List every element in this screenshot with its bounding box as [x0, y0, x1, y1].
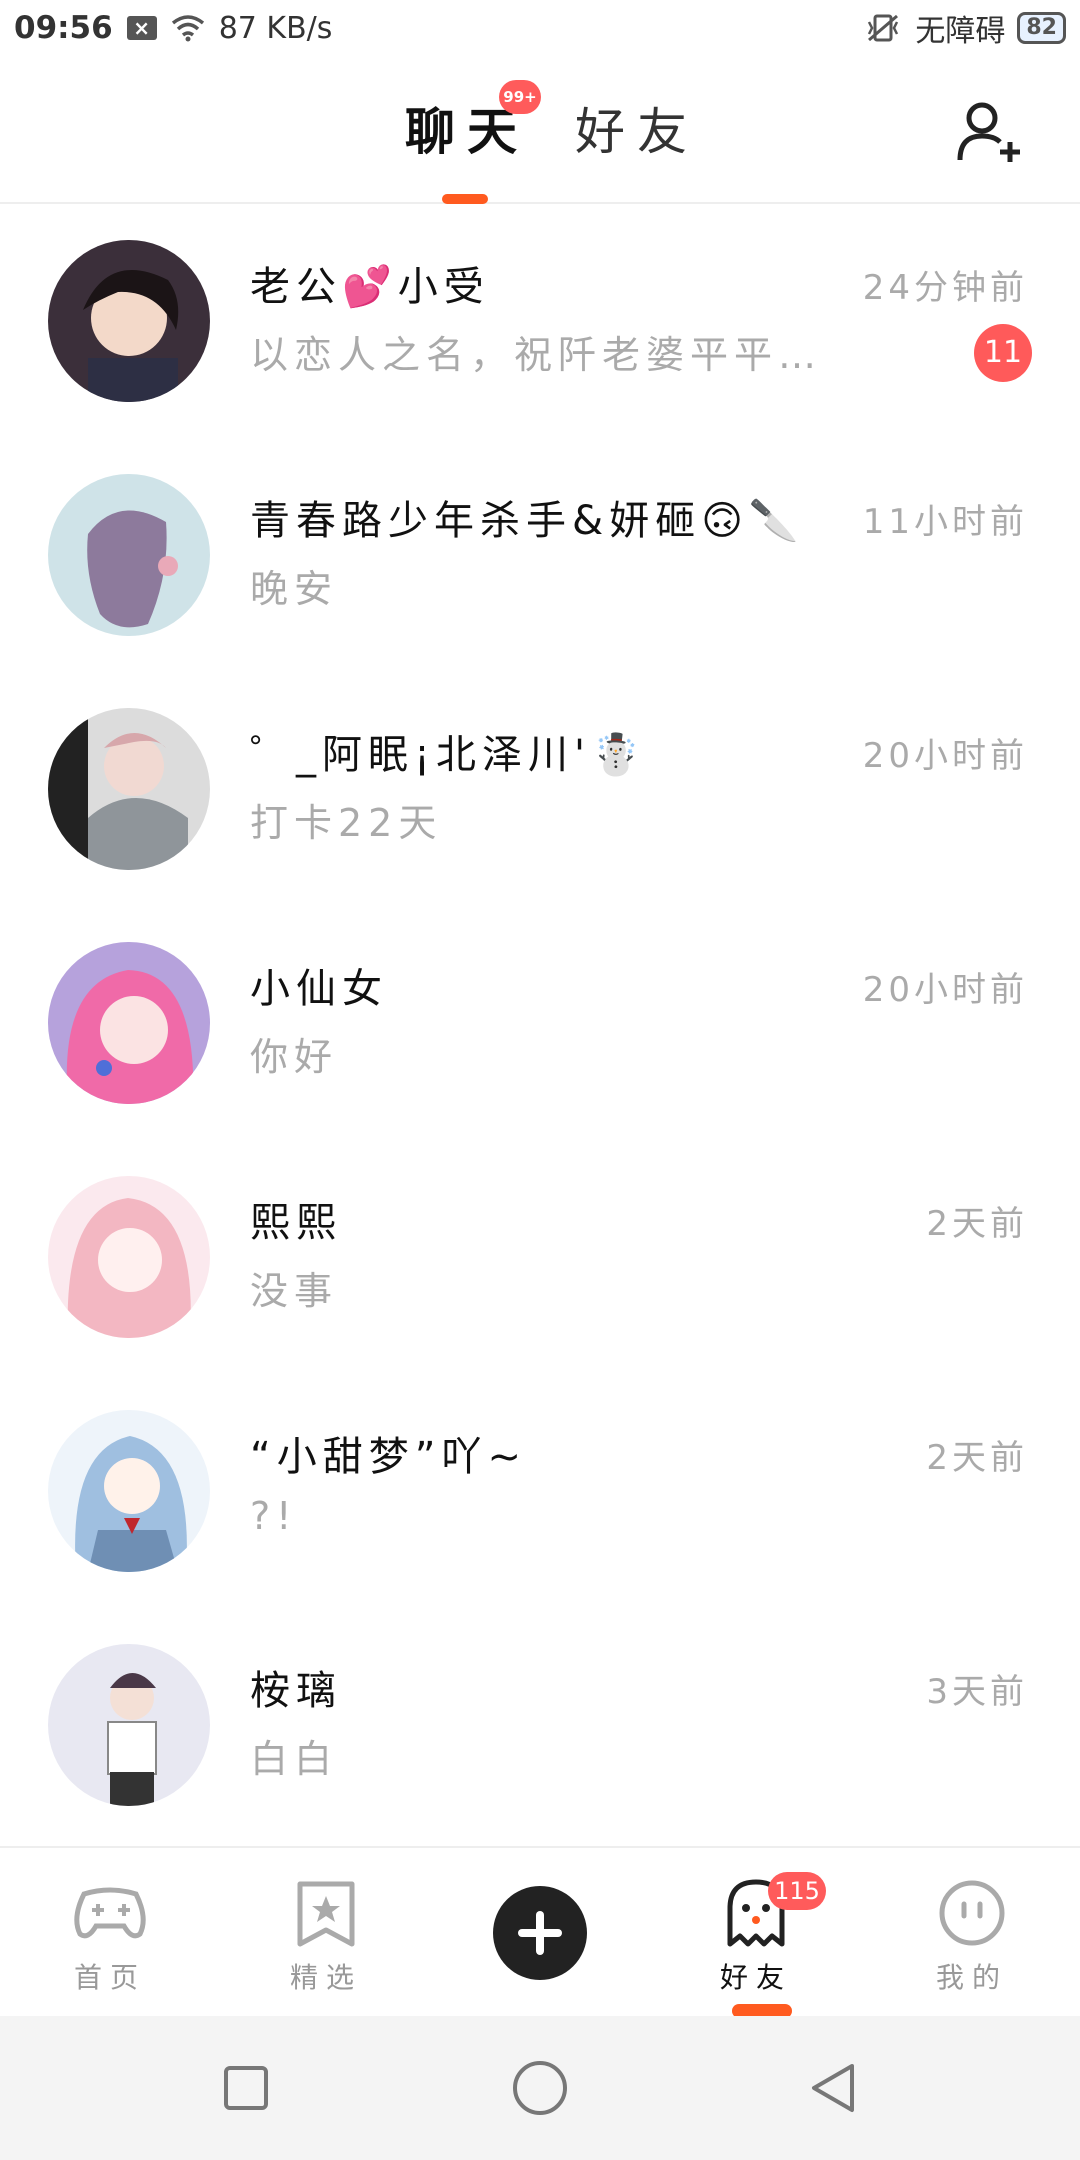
nav-mine-label: 我的 — [935, 1961, 1008, 1994]
top-header: 聊天 99+ 好友 — [0, 56, 1080, 204]
chat-list: 老公💕小受 以恋人之名，祝阡老婆平平… 24分钟前 11 青春路少年杀手&妍砸🙃… — [0, 206, 1080, 1844]
chat-last-message: ?! — [250, 1494, 298, 1538]
status-time: 09:56 — [14, 10, 113, 46]
nav-mine[interactable]: 我的 — [892, 1878, 1052, 1996]
chat-row[interactable]: 青春路少年杀手&妍砸🙃🔪 晚安 11小时前 — [0, 440, 1080, 674]
home-icon[interactable] — [510, 2058, 570, 2118]
avatar[interactable] — [48, 1410, 210, 1572]
chat-row[interactable]: 小仙女 你好 20小时前 — [0, 908, 1080, 1142]
smiley-icon — [939, 1880, 1005, 1946]
nav-friends-label: 好友 — [719, 1961, 792, 1994]
chat-time: 11小时前 — [862, 502, 1028, 542]
gamepad-icon — [74, 1887, 146, 1939]
nav-friends[interactable]: 好友 115 — [676, 1872, 836, 2018]
chat-row[interactable]: 熙熙 没事 2天前 — [0, 1142, 1080, 1376]
chat-time: 24分钟前 — [862, 268, 1028, 308]
battery-indicator: 82 — [1017, 12, 1066, 44]
chat-time: 3天前 — [926, 1672, 1028, 1712]
active-tab-indicator — [442, 194, 488, 204]
tab-friends[interactable]: 好友 — [575, 92, 699, 164]
nav-featured[interactable]: 精选 — [246, 1878, 406, 1996]
chat-name: ゜_阿眠¡北泽川'☃️ — [250, 732, 647, 778]
create-button[interactable] — [493, 1886, 587, 1980]
chat-time: 2天前 — [926, 1438, 1028, 1478]
avatar[interactable] — [48, 1644, 210, 1806]
bookmark-star-icon — [297, 1881, 355, 1947]
chat-last-message: 以恋人之名，祝阡老婆平平… — [250, 333, 823, 377]
avatar[interactable] — [48, 474, 210, 636]
chat-last-message: 白白 — [250, 1737, 339, 1781]
chat-last-message: 打卡22天 — [250, 801, 443, 845]
chat-time: 20小时前 — [862, 736, 1028, 776]
avatar[interactable] — [48, 942, 210, 1104]
chat-name: “小甜梦”吖~ — [250, 1434, 527, 1480]
chat-last-message: 你好 — [250, 1035, 339, 1079]
nav-home[interactable]: 首页 — [30, 1878, 190, 1996]
wifi-icon — [171, 15, 204, 42]
accessibility-label: 无障碍 — [915, 14, 1006, 49]
tab-chat[interactable]: 聊天 99+ — [405, 80, 541, 164]
chat-name: 熙熙 — [250, 1200, 342, 1246]
avatar[interactable] — [48, 708, 210, 870]
network-speed: 87 KB/s — [218, 10, 333, 46]
system-nav-bar — [0, 2016, 1080, 2160]
avatar[interactable] — [48, 240, 210, 402]
chat-last-message: 晚安 — [250, 567, 339, 611]
chat-name: 桉璃 — [250, 1668, 342, 1714]
chat-row[interactable]: 老公💕小受 以恋人之名，祝阡老婆平平… 24分钟前 11 — [0, 206, 1080, 440]
chat-row[interactable]: 桉璃 白白 3天前 — [0, 1610, 1080, 1844]
chat-tab-badge: 99+ — [499, 80, 541, 114]
chat-name: 老公💕小受 — [250, 264, 490, 310]
chat-row[interactable]: ゜_阿眠¡北泽川'☃️ 打卡22天 20小时前 — [0, 674, 1080, 908]
nav-featured-label: 精选 — [289, 1961, 362, 1994]
plus-icon — [518, 1911, 562, 1955]
tab-friends-label: 好友 — [575, 103, 699, 161]
nav-home-label: 首页 — [73, 1961, 146, 1994]
recents-icon[interactable] — [216, 2058, 276, 2118]
add-friend-icon[interactable] — [956, 98, 1024, 166]
chat-name: 青春路少年杀手&妍砸🙃🔪 — [250, 498, 805, 544]
top-tabs: 聊天 99+ 好友 — [405, 80, 699, 164]
chat-time: 2天前 — [926, 1204, 1028, 1244]
unread-badge: 11 — [974, 324, 1032, 382]
chat-row[interactable]: “小甜梦”吖~ ?! 2天前 — [0, 1376, 1080, 1610]
back-icon[interactable] — [804, 2058, 864, 2118]
chat-last-message: 没事 — [250, 1269, 339, 1313]
chat-time: 20小时前 — [862, 970, 1028, 1010]
vibrate-icon — [868, 14, 899, 42]
notification-icon: × — [126, 16, 157, 40]
chat-name: 小仙女 — [250, 966, 388, 1012]
status-bar: 09:56 × 87 KB/s 无障碍 82 — [0, 0, 1080, 56]
friends-badge: 115 — [768, 1872, 826, 1910]
avatar[interactable] — [48, 1176, 210, 1338]
bottom-nav: 首页 精选 好友 115 我的 — [0, 1846, 1080, 2018]
